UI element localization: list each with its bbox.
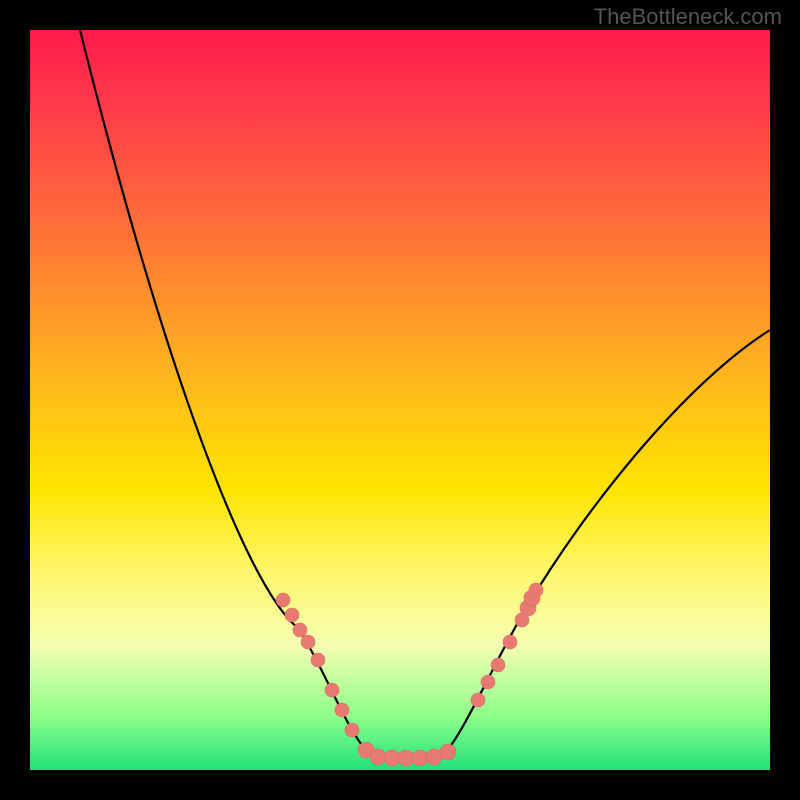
bottleneck-curve <box>80 30 770 758</box>
data-point <box>481 675 495 689</box>
data-point <box>491 658 505 672</box>
watermark-text: TheBottleneck.com <box>594 4 782 30</box>
data-point <box>311 653 325 667</box>
data-point <box>370 749 386 765</box>
plot-area <box>30 30 770 770</box>
data-points <box>276 583 543 766</box>
data-point <box>301 635 315 649</box>
data-point <box>325 683 339 697</box>
data-point <box>285 608 299 622</box>
data-point <box>293 623 307 637</box>
data-point <box>345 723 359 737</box>
data-point <box>398 750 414 766</box>
data-point <box>412 750 428 766</box>
data-point <box>529 583 543 597</box>
data-point <box>276 593 290 607</box>
curve-svg <box>30 30 770 770</box>
data-point <box>471 693 485 707</box>
data-point <box>384 750 400 766</box>
data-point <box>335 703 349 717</box>
data-point <box>426 749 442 765</box>
data-point <box>440 744 456 760</box>
data-point <box>503 635 517 649</box>
chart-frame: TheBottleneck.com <box>0 0 800 800</box>
